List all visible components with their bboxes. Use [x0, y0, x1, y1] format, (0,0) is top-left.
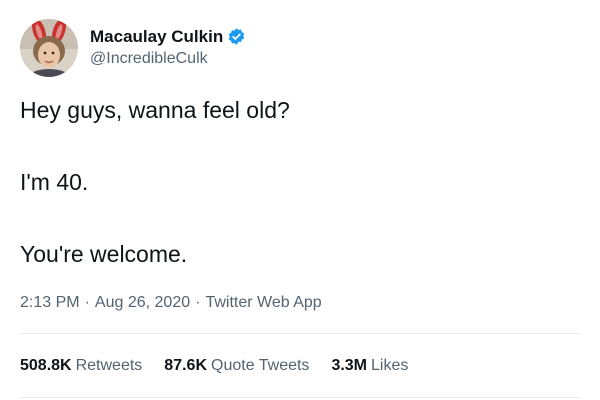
- retweets-count: 508.8K: [20, 357, 72, 374]
- user-handle[interactable]: @IncredibleCulk: [90, 50, 246, 68]
- tweet-header: Macaulay Culkin @IncredibleCulk: [20, 17, 246, 79]
- meta-separator: ·: [195, 294, 201, 311]
- author-identity: Macaulay Culkin @IncredibleCulk: [90, 27, 246, 68]
- likes-label: Likes: [371, 357, 409, 374]
- tweet-text-line: You're welcome.: [20, 241, 188, 267]
- quote-tweets-label: Quote Tweets: [211, 357, 310, 374]
- meta-separator: ·: [84, 294, 90, 311]
- avatar[interactable]: [20, 19, 78, 77]
- tweet-text-line: I'm 40.: [20, 169, 89, 195]
- likes-stat[interactable]: 3.3M Likes: [331, 357, 408, 375]
- divider: [20, 397, 580, 398]
- display-name[interactable]: Macaulay Culkin: [90, 27, 223, 47]
- likes-count: 3.3M: [331, 357, 368, 374]
- tweet-time[interactable]: 2:13 PM: [20, 294, 80, 311]
- retweets-stat[interactable]: 508.8K Retweets: [20, 357, 142, 375]
- quote-tweets-count: 87.6K: [164, 357, 207, 374]
- quote-tweets-stat[interactable]: 87.6K Quote Tweets: [164, 357, 309, 375]
- divider: [20, 333, 580, 334]
- verified-badge-icon: [227, 27, 246, 46]
- tweet-card: Macaulay Culkin @IncredibleCulk Hey guys…: [0, 0, 600, 400]
- engagement-stats: 508.8K Retweets 87.6K Quote Tweets 3.3M Lik…: [20, 357, 430, 375]
- tweet-source[interactable]: Twitter Web App: [205, 294, 321, 311]
- tweet-text-line: Hey guys, wanna feel old?: [20, 97, 290, 123]
- tweet-date[interactable]: Aug 26, 2020: [95, 294, 190, 311]
- avatar-image: [20, 19, 78, 77]
- retweets-label: Retweets: [75, 357, 143, 374]
- name-row: Macaulay Culkin: [90, 27, 246, 47]
- tweet-metadata: 2:13 PM · Aug 26, 2020 · Twitter Web App: [20, 294, 322, 312]
